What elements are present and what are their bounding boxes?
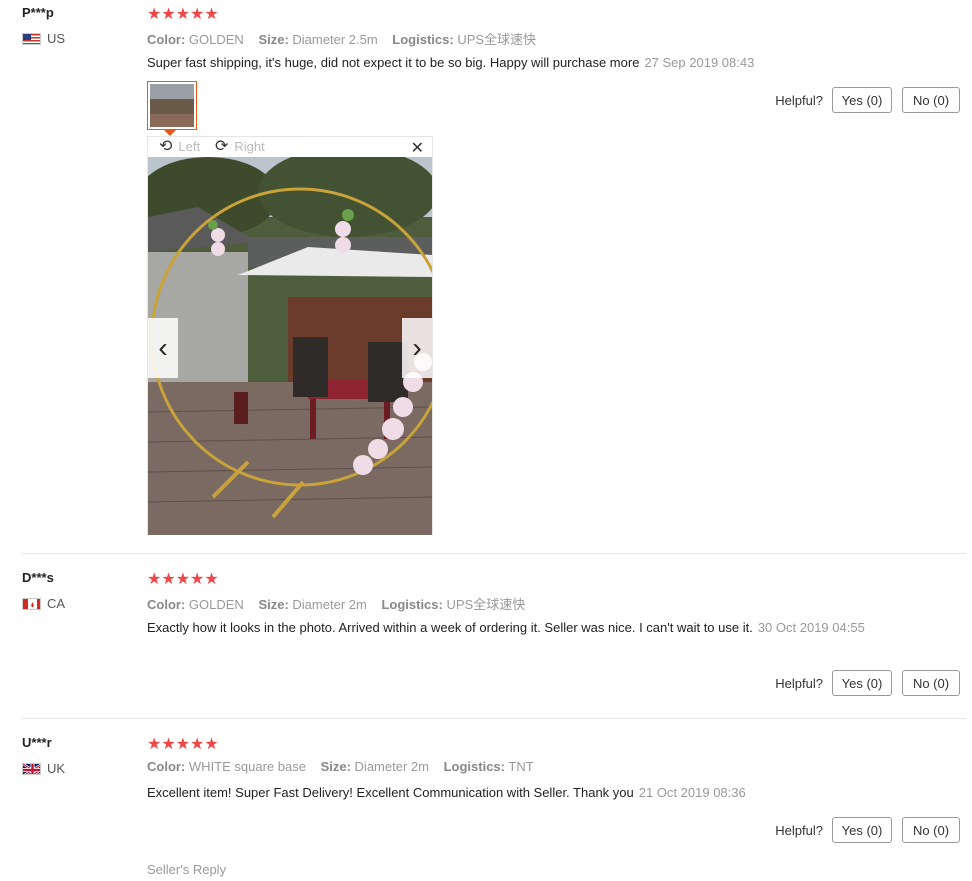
helpful-no-button[interactable]: No (0) (902, 87, 960, 113)
next-photo-button[interactable]: › (402, 318, 432, 378)
helpful-no-button[interactable]: No (0) (902, 817, 960, 843)
order-attributes: Color: GOLDEN Size: Diameter 2m Logistic… (147, 594, 525, 613)
review-body: Super fast shipping, it's huge, did not … (147, 55, 640, 70)
helpful-label: Helpful? (775, 823, 823, 838)
us-flag-icon (22, 32, 41, 45)
helpful-yes-button[interactable]: Yes (0) (832, 817, 892, 843)
close-icon[interactable]: ✕ (411, 138, 424, 158)
star-rating: ★★★★★ (147, 571, 219, 588)
color-value: WHITE square base (188, 759, 306, 774)
backyard-arch-photo (148, 157, 432, 535)
rotate-left-control[interactable]: ⟲ Left (159, 137, 201, 155)
logistics-value: TNT (508, 759, 534, 774)
order-attributes: Color: WHITE square base Size: Diameter … (147, 759, 534, 774)
review-body: Excellent item! Super Fast Delivery! Exc… (147, 785, 634, 800)
helpful-no-button[interactable]: No (0) (902, 670, 960, 696)
review-text: Excellent item! Super Fast Delivery! Exc… (147, 784, 867, 802)
review-item: D***s CA ★★★★★ Color: GOLDEN Size: Diame… (0, 555, 972, 718)
logistics-label: Logistics: (381, 597, 443, 612)
color-value: GOLDEN (188, 597, 244, 612)
size-label: Size: (320, 759, 351, 774)
seller-reply-heading: Seller's Reply (147, 862, 227, 877)
color-label: Color: (147, 759, 186, 774)
country-code: CA (47, 596, 66, 611)
logistics-value: UPS全球速快 (457, 32, 537, 47)
size-label: Size: (258, 597, 289, 612)
review-divider (22, 718, 966, 719)
uk-flag-icon (22, 762, 41, 775)
review-date: 27 Sep 2019 08:43 (644, 55, 755, 70)
review-divider (22, 553, 966, 554)
reviewer-country: US (22, 31, 65, 46)
helpful-yes-button[interactable]: Yes (0) (832, 670, 892, 696)
rotate-right-label: Right (234, 139, 265, 154)
review-text: Super fast shipping, it's huge, did not … (147, 54, 867, 72)
photo-viewer: ⟲ Left ⟳ Right ✕ ‹ › (147, 136, 433, 535)
rotate-right-icon: ⟳ (215, 137, 229, 155)
rotate-left-icon: ⟲ (159, 137, 173, 155)
color-label: Color: (147, 32, 186, 47)
reviewer-country: UK (22, 761, 65, 776)
size-label: Size: (258, 32, 289, 47)
size-value: Diameter 2m (292, 597, 367, 612)
helpful-label: Helpful? (775, 676, 823, 691)
helpful-yes-button[interactable]: Yes (0) (832, 87, 892, 113)
color-value: GOLDEN (188, 32, 244, 47)
logistics-value: UPS全球速快 (446, 597, 526, 612)
review-item: U***r UK ★★★★★ Color: WHITE square base … (0, 720, 972, 881)
review-date: 30 Oct 2019 04:55 (757, 620, 865, 635)
order-attributes: Color: GOLDEN Size: Diameter 2.5m Logist… (147, 29, 536, 48)
rotate-left-label: Left (178, 139, 201, 154)
review-text: Exactly how it looks in the photo. Arriv… (147, 619, 867, 637)
star-rating: ★★★★★ (147, 6, 219, 23)
reviewer-name: U***r (22, 735, 52, 750)
reviewer-name: D***s (22, 570, 54, 585)
review-body: Exactly how it looks in the photo. Arriv… (147, 620, 753, 635)
review-photo-thumbnail[interactable] (147, 81, 197, 130)
country-code: US (47, 31, 66, 46)
ca-flag-icon (22, 597, 41, 610)
previous-photo-button[interactable]: ‹ (148, 318, 178, 378)
review-item: P***p US ★★★★★ Color: GOLDEN Size: Diame… (0, 0, 972, 553)
reviewer-name: P***p (22, 5, 54, 20)
reviewer-country: CA (22, 596, 65, 611)
size-value: Diameter 2.5m (292, 32, 378, 47)
size-value: Diameter 2m (354, 759, 429, 774)
country-code: UK (47, 761, 66, 776)
star-rating: ★★★★★ (147, 736, 219, 753)
rotate-right-control[interactable]: ⟳ Right (215, 137, 265, 155)
color-label: Color: (147, 597, 186, 612)
review-date: 21 Oct 2019 08:36 (638, 785, 746, 800)
review-photo: ‹ › (148, 157, 432, 535)
logistics-label: Logistics: (443, 759, 505, 774)
logistics-label: Logistics: (392, 32, 454, 47)
viewer-toolbar: ⟲ Left ⟳ Right ✕ (148, 137, 432, 157)
helpful-label: Helpful? (775, 93, 823, 108)
